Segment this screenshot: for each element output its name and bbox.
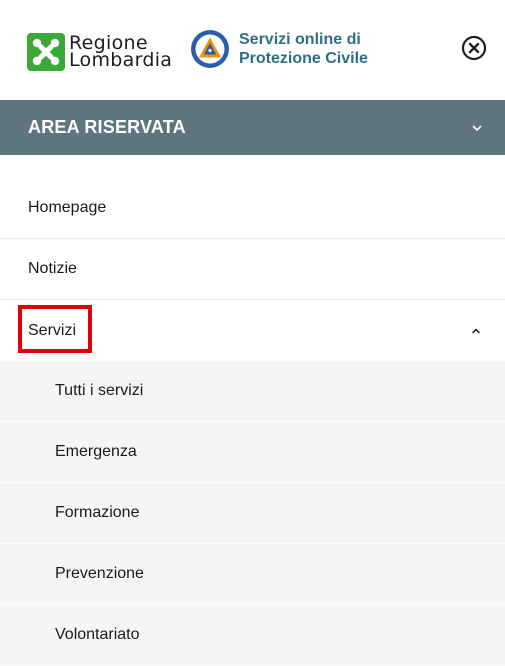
submenu-item-label: Prevenzione	[55, 565, 144, 582]
menu-item-label: Notizie	[28, 260, 77, 277]
menu-item-notizie[interactable]: Notizie	[0, 239, 505, 300]
close-button[interactable]	[461, 35, 487, 61]
close-circle-icon	[461, 35, 487, 61]
servizi-submenu: Tutti i servizi Emergenza Formazione Pre…	[0, 361, 505, 666]
chevron-up-icon	[472, 328, 480, 333]
logo-pc-line2: Protezione Civile	[239, 50, 368, 67]
regione-lombardia-mark-icon	[27, 33, 65, 71]
main-menu: Homepage Notizie Servizi Tutti i servizi…	[0, 178, 505, 666]
regione-lombardia-logo[interactable]: Regione Lombardia	[27, 33, 172, 71]
regione-lombardia-wordmark: Regione Lombardia	[69, 34, 173, 71]
submenu-item-formazione[interactable]: Formazione	[0, 483, 505, 544]
submenu-item-label: Emergenza	[55, 443, 137, 460]
submenu-item-volontariato[interactable]: Volontariato	[0, 605, 505, 666]
header: Regione Lombardia Servizi online di Prot…	[0, 0, 505, 100]
menu-item-servizi[interactable]: Servizi	[0, 300, 505, 361]
area-riservata-bar[interactable]: AREA RISERVATA	[0, 100, 505, 155]
protezione-civile-logo[interactable]: Servizi online di Protezione Civile	[190, 29, 368, 69]
logo-rl-line2: Lombardia	[69, 49, 173, 71]
submenu-item-prevenzione[interactable]: Prevenzione	[0, 544, 505, 605]
menu-item-homepage[interactable]: Homepage	[0, 178, 505, 239]
menu-item-label: Homepage	[28, 199, 107, 216]
area-riservata-title: AREA RISERVATA	[28, 117, 186, 137]
submenu-item-label: Formazione	[55, 504, 140, 521]
submenu-item-label: Tutti i servizi	[55, 382, 144, 399]
submenu-item-emergenza[interactable]: Emergenza	[0, 422, 505, 483]
logo-pc-line1: Servizi online di	[239, 31, 361, 48]
protezione-civile-emblem-icon	[191, 30, 229, 68]
chevron-down-icon	[472, 125, 482, 131]
menu-item-label: Servizi	[28, 321, 77, 339]
submenu-item-label: Volontariato	[55, 626, 140, 643]
protezione-civile-wordmark: Servizi online di Protezione Civile	[239, 30, 368, 68]
submenu-item-tutti-i-servizi[interactable]: Tutti i servizi	[0, 361, 505, 422]
